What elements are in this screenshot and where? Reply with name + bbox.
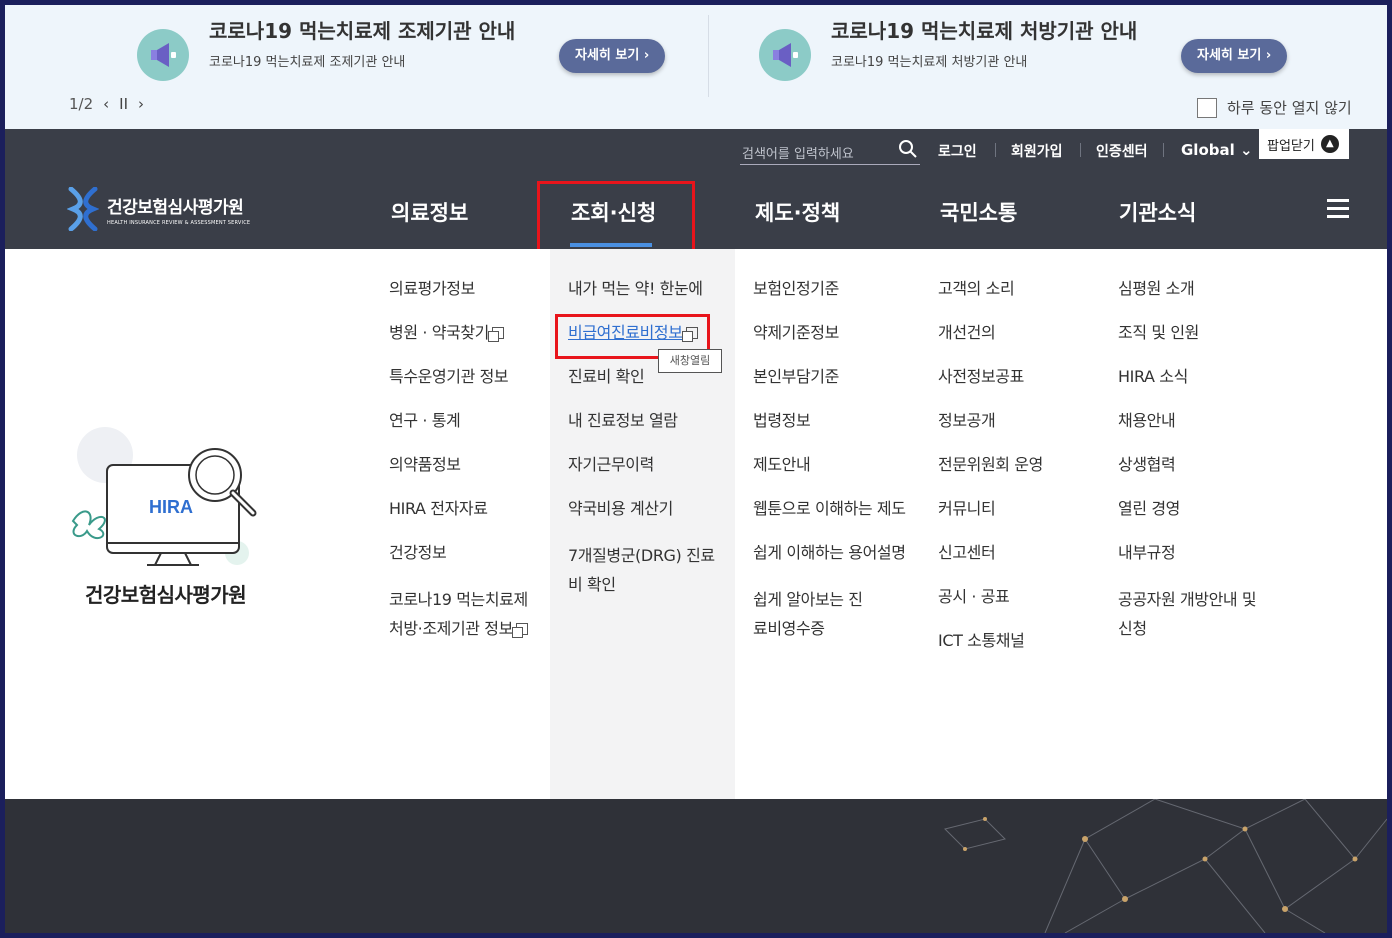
more-button[interactable]: 자세히 보기 › xyxy=(559,39,666,73)
menu-col-policy: 보험인정기준 약제기준정보 본인부담기준 법령정보 제도안내 웹툰으로 이해하는… xyxy=(753,277,906,658)
menu-col-medical-info: 의료평가정보 병원 · 약국찾기 특수운영기관 정보 연구 · 통계 의약품정보… xyxy=(389,277,539,658)
prev-arrow-icon[interactable]: ‹ xyxy=(103,95,109,113)
new-window-icon xyxy=(487,327,504,342)
nav-system-policy[interactable]: 제도·정책 xyxy=(755,197,840,227)
cert-center-link[interactable]: 인증센터 xyxy=(1096,141,1148,161)
hero-background xyxy=(5,798,1387,933)
menu-item[interactable]: 신고센터 xyxy=(938,541,1043,565)
popup-item-2: 코로나19 먹는치료제 처방기관 안내 코로나19 먹는치료제 처방기관 안내 … xyxy=(759,5,1299,105)
next-arrow-icon[interactable]: › xyxy=(138,95,144,113)
megaphone-icon xyxy=(759,29,811,81)
network-decoration xyxy=(944,798,1387,933)
hira-logo-icon xyxy=(67,187,99,231)
menu-item[interactable]: 7개질병군(DRG) 진료비 확인 xyxy=(568,541,726,599)
menu-item[interactable]: 전문위원회 운영 xyxy=(938,453,1043,477)
menu-item[interactable]: 특수운영기관 정보 xyxy=(389,365,539,389)
popup-close-button[interactable]: 팝업닫기 ▲ xyxy=(1259,129,1349,159)
menu-item[interactable]: 본인부담기준 xyxy=(753,365,906,389)
browser-viewport: 코로나19 먹는치료제 조제기관 안내 코로나19 먹는치료제 조제기관 안내 … xyxy=(5,5,1387,933)
menu-item[interactable]: 연구 · 통계 xyxy=(389,409,539,433)
search-placeholder: 검색어를 입력하세요 xyxy=(742,147,854,162)
popup-divider xyxy=(708,15,709,97)
new-window-icon xyxy=(511,623,528,638)
menu-item[interactable]: 고객의 소리 xyxy=(938,277,1043,301)
hira-illustration: HIRA xyxy=(71,427,257,566)
menu-item-ext[interactable]: 코로나19 먹는치료제 처방·조제기관 정보 xyxy=(389,585,539,643)
menu-item-ext[interactable]: 병원 · 약국찾기 xyxy=(389,321,539,345)
menu-item[interactable]: 내 진료정보 열람 xyxy=(568,409,726,433)
menu-item[interactable]: 조직 및 인원 xyxy=(1118,321,1268,345)
menu-item[interactable]: 쉽게 알아보는 진료비영수증 xyxy=(753,585,873,643)
menu-item[interactable]: ICT 소통채널 xyxy=(938,629,1043,653)
menu-item[interactable]: 보험인정기준 xyxy=(753,277,906,301)
megaphone-icon xyxy=(137,29,189,81)
pager-count: 1/2 xyxy=(69,95,94,113)
menu-item[interactable]: HIRA 전자자료 xyxy=(389,497,539,521)
more-button[interactable]: 자세히 보기 › xyxy=(1181,39,1288,73)
menu-col-comm: 고객의 소리 개선건의 사전정보공표 정보공개 전문위원회 운영 커뮤니티 신고… xyxy=(938,277,1043,673)
menu-item[interactable]: 개선건의 xyxy=(938,321,1043,345)
menu-item[interactable]: 채용안내 xyxy=(1118,409,1268,433)
pause-icon[interactable]: II xyxy=(119,95,128,113)
not-today-label: 하루 동안 열지 않기 xyxy=(1227,99,1352,117)
popup-title: 코로나19 먹는치료제 조제기관 안내 xyxy=(209,19,516,43)
menu-item[interactable]: 사전정보공표 xyxy=(938,365,1043,389)
mega-menu: HIRA 건강보험심사평가원 의료평가정보 병원 · 약국찾기 특수운영기관 정… xyxy=(5,249,1387,799)
menu-item[interactable]: 공시 · 공표 xyxy=(938,585,1043,609)
not-today-option[interactable]: 하루 동안 열지 않기 xyxy=(1197,97,1352,118)
new-window-tooltip: 새창열림 xyxy=(658,349,722,373)
nav-agency-news[interactable]: 기관소식 xyxy=(1119,197,1196,227)
highlight-box-nav xyxy=(537,181,695,259)
menu-item[interactable]: 의료평가정보 xyxy=(389,277,539,301)
menu-item[interactable]: 약제기준정보 xyxy=(753,321,906,345)
menu-item[interactable]: 건강정보 xyxy=(389,541,539,565)
join-link[interactable]: 회원가입 xyxy=(1011,141,1063,161)
popup-subtitle: 코로나19 먹는치료제 조제기관 안내 xyxy=(209,55,406,70)
global-dropdown[interactable]: Global ⌄ xyxy=(1181,141,1253,159)
menu-item[interactable]: 쉽게 이해하는 용어설명 xyxy=(753,541,906,565)
popup-title: 코로나19 먹는치료제 처방기관 안내 xyxy=(831,19,1138,43)
login-link[interactable]: 로그인 xyxy=(938,141,977,161)
menu-item[interactable]: 웹툰으로 이해하는 제도 xyxy=(753,497,906,521)
popup-pager: 1/2 ‹ II › xyxy=(69,95,144,113)
nav-public-comm[interactable]: 국민소통 xyxy=(940,197,1017,227)
chevron-up-icon: ▲ xyxy=(1320,135,1339,153)
menu-item[interactable]: 정보공개 xyxy=(938,409,1043,433)
popup-banner: 코로나19 먹는치료제 조제기관 안내 코로나19 먹는치료제 조제기관 안내 … xyxy=(5,5,1387,129)
menu-item[interactable]: 자기근무이력 xyxy=(568,453,726,477)
side-title: 건강보험심사평가원 xyxy=(85,583,247,607)
menu-item[interactable]: 열린 경영 xyxy=(1118,497,1268,521)
popup-item-1: 코로나19 먹는치료제 조제기관 안내 코로나19 먹는치료제 조제기관 안내 … xyxy=(137,5,667,105)
menu-item[interactable]: 약국비용 계산기 xyxy=(568,497,726,521)
util-divider xyxy=(995,143,996,157)
popup-subtitle: 코로나19 먹는치료제 처방기관 안내 xyxy=(831,55,1028,70)
site-header: 검색어를 입력하세요 로그인 회원가입 인증센터 Global ⌄ 팝업닫기 ▲… xyxy=(5,129,1387,259)
popup-close-label: 팝업닫기 xyxy=(1267,138,1315,154)
util-divider xyxy=(1163,143,1164,157)
menu-item[interactable]: HIRA 소식 xyxy=(1118,365,1268,389)
menu-item[interactable]: 심평원 소개 xyxy=(1118,277,1268,301)
menu-item[interactable]: 내가 먹는 약! 한눈에 xyxy=(568,277,726,301)
menu-item[interactable]: 상생협력 xyxy=(1118,453,1268,477)
menu-item[interactable]: 의약품정보 xyxy=(389,453,539,477)
nav-medical-info[interactable]: 의료정보 xyxy=(391,197,468,227)
menu-item[interactable]: 공공자원 개방안내 및 신청 xyxy=(1118,585,1268,643)
menu-item[interactable]: 커뮤니티 xyxy=(938,497,1043,521)
logo-english: HEALTH INSURANCE REVIEW & ASSESSMENT SER… xyxy=(107,219,251,226)
menu-item[interactable]: 법령정보 xyxy=(753,409,906,433)
util-divider xyxy=(1080,143,1081,157)
site-logo[interactable]: 건강보험심사평가원 HEALTH INSURANCE REVIEW & ASSE… xyxy=(67,187,250,231)
hira-art-label: HIRA xyxy=(149,497,193,517)
menu-item[interactable]: 내부규정 xyxy=(1118,541,1268,565)
not-today-checkbox[interactable] xyxy=(1197,97,1217,118)
search-input[interactable]: 검색어를 입력하세요 xyxy=(740,137,920,165)
search-icon[interactable] xyxy=(898,139,918,159)
logo-name: 건강보험심사평가원 xyxy=(107,197,244,218)
hamburger-menu-icon[interactable] xyxy=(1327,199,1349,223)
menu-item[interactable]: 제도안내 xyxy=(753,453,906,477)
menu-col-news: 심평원 소개 조직 및 인원 HIRA 소식 채용안내 상생협력 열린 경영 내… xyxy=(1118,277,1268,658)
